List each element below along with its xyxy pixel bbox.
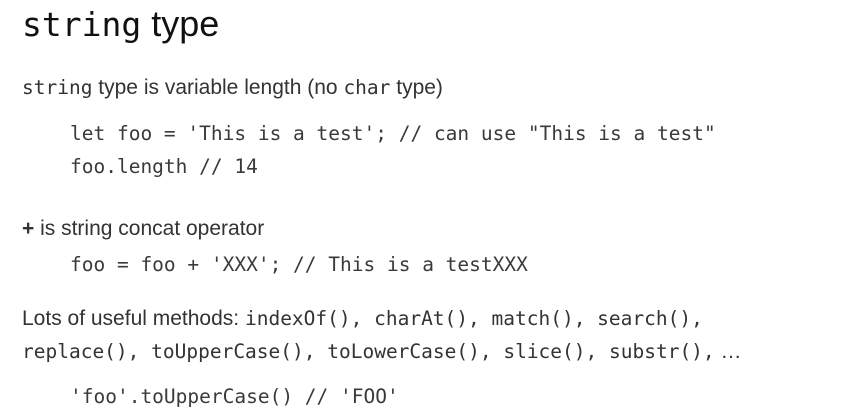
- concat-line: + is string concat operator: [22, 214, 264, 244]
- methods-line-1: Lots of useful methods: indexOf(), charA…: [22, 304, 703, 334]
- intro-text-1: type is variable length (no: [92, 76, 344, 99]
- methods-line-2: replace(), toUpperCase(), toLowerCase(),…: [22, 337, 742, 367]
- code-line-foo-length: foo.length // 14: [70, 155, 258, 178]
- intro-code-string: string: [22, 76, 93, 99]
- code-line-uppercase: 'foo'.toUpperCase() // 'FOO': [70, 385, 399, 408]
- intro-text-2: type): [390, 76, 443, 99]
- methods-list-2: replace(), toUpperCase(), toLowerCase(),…: [22, 340, 715, 363]
- methods-list-1: indexOf(), charAt(), match(), search(),: [244, 307, 703, 330]
- code-line-concat: foo = foo + 'XXX'; // This is a testXXX: [70, 253, 528, 276]
- page-title: string type: [22, 2, 219, 47]
- code-line-let-foo: let foo = 'This is a test'; // can use "…: [70, 122, 716, 145]
- title-text: type: [141, 3, 220, 44]
- intro-line: string type is variable length (no char …: [22, 73, 443, 103]
- concat-text: is string concat operator: [34, 217, 265, 240]
- methods-ellipsis: …: [714, 340, 742, 363]
- methods-text: Lots of useful methods:: [22, 307, 245, 330]
- title-code: string: [22, 5, 142, 44]
- plus-symbol: +: [22, 217, 35, 240]
- intro-code-char: char: [343, 76, 391, 99]
